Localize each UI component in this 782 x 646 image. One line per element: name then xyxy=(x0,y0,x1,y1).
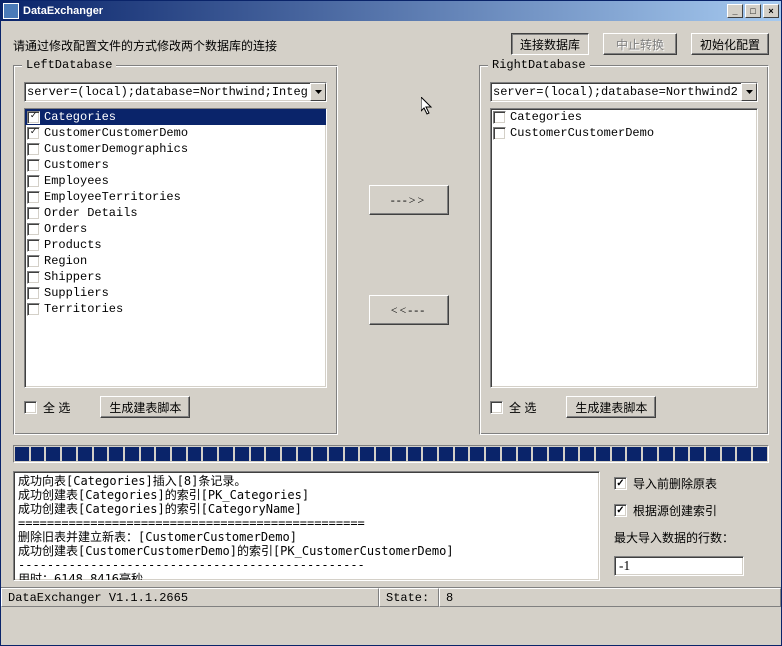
right-db-conn-combo[interactable] xyxy=(490,82,758,102)
app-window: DataExchanger _ □ × 请通过修改配置文件的方式修改两个数据库的… xyxy=(0,0,782,646)
dropdown-icon[interactable] xyxy=(741,83,757,101)
abort-button[interactable]: 中止转换 xyxy=(603,33,677,55)
checkbox-icon[interactable] xyxy=(614,477,627,490)
checkbox-icon[interactable] xyxy=(27,127,40,140)
left-gen-script-button[interactable]: 生成建表脚本 xyxy=(100,396,190,418)
maximize-button[interactable]: □ xyxy=(745,4,761,18)
minimize-button[interactable]: _ xyxy=(727,4,743,18)
list-item[interactable]: Orders xyxy=(25,221,326,237)
left-select-all[interactable]: 全 选 xyxy=(24,399,70,416)
list-item-label: Employees xyxy=(44,174,109,188)
checkbox-icon[interactable] xyxy=(27,191,40,204)
checkbox-icon[interactable] xyxy=(27,303,40,316)
checkbox-icon[interactable] xyxy=(27,255,40,268)
list-item-label: CustomerCustomerDemo xyxy=(44,126,188,140)
dropdown-icon[interactable] xyxy=(310,83,326,101)
left-db-group: LeftDatabase CategoriesCustomerCustomerD… xyxy=(13,65,338,435)
status-bar: DataExchanger V1.1.1.2665 State: 8 xyxy=(1,587,781,607)
list-item[interactable]: CustomerCustomerDemo xyxy=(25,125,326,141)
list-item-label: Territories xyxy=(44,302,123,316)
left-db-conn-combo[interactable] xyxy=(24,82,327,102)
checkbox-icon[interactable] xyxy=(27,287,40,300)
right-db-conn-input[interactable] xyxy=(491,83,741,101)
left-db-conn-input[interactable] xyxy=(25,83,310,101)
list-item[interactable]: CustomerDemographics xyxy=(25,141,326,157)
right-db-legend: RightDatabase xyxy=(488,58,590,72)
right-db-table-list[interactable]: Categories CustomerCustomerDemo xyxy=(490,108,758,388)
checkbox-icon[interactable] xyxy=(490,401,503,414)
checkbox-icon[interactable] xyxy=(27,207,40,220)
status-state-value: 8 xyxy=(439,588,781,607)
checkbox-icon[interactable] xyxy=(27,239,40,252)
list-item[interactable]: Territories xyxy=(25,301,326,317)
list-item-label: Shippers xyxy=(44,270,102,284)
close-button[interactable]: × xyxy=(763,4,779,18)
list-item-label: CustomerDemographics xyxy=(44,142,188,156)
list-item-label: Order Details xyxy=(44,206,138,220)
list-item-label: EmployeeTerritories xyxy=(44,190,181,204)
checkbox-icon[interactable] xyxy=(27,143,40,156)
opt-drop-before[interactable]: 导入前删除原表 xyxy=(614,475,769,492)
status-version: DataExchanger V1.1.1.2665 xyxy=(1,588,379,607)
checkbox-icon[interactable] xyxy=(27,111,40,124)
checkbox-icon[interactable] xyxy=(27,175,40,188)
move-left-button[interactable]: <<--- xyxy=(369,295,449,325)
list-item-label: Suppliers xyxy=(44,286,109,300)
log-output[interactable]: 成功向表[Categories]插入[8]条记录。 成功创建表[Categori… xyxy=(13,471,600,581)
init-config-button[interactable]: 初始化配置 xyxy=(691,33,769,55)
list-item[interactable]: EmployeeTerritories xyxy=(25,189,326,205)
right-select-all[interactable]: 全 选 xyxy=(490,399,536,416)
left-db-legend: LeftDatabase xyxy=(22,58,116,72)
checkbox-icon[interactable] xyxy=(27,159,40,172)
list-item[interactable]: Customers xyxy=(25,157,326,173)
checkbox-icon[interactable] xyxy=(24,401,37,414)
app-icon xyxy=(3,3,19,19)
list-item-label: Products xyxy=(44,238,102,252)
max-rows-input[interactable] xyxy=(614,556,744,576)
list-item-label: CustomerCustomerDemo xyxy=(510,126,654,140)
list-item[interactable]: Suppliers xyxy=(25,285,326,301)
right-gen-script-button[interactable]: 生成建表脚本 xyxy=(566,396,656,418)
move-right-button[interactable]: --->> xyxy=(369,185,449,215)
list-item[interactable]: Shippers xyxy=(25,269,326,285)
list-item[interactable]: Order Details xyxy=(25,205,326,221)
list-item-label: Customers xyxy=(44,158,109,172)
status-state-label: State: xyxy=(379,588,439,607)
list-item[interactable]: Employees xyxy=(25,173,326,189)
list-item[interactable]: Region xyxy=(25,253,326,269)
checkbox-icon[interactable] xyxy=(614,504,627,517)
list-item[interactable]: CustomerCustomerDemo xyxy=(491,125,757,141)
checkbox-icon[interactable] xyxy=(493,111,506,124)
list-item[interactable]: Products xyxy=(25,237,326,253)
titlebar: DataExchanger _ □ × xyxy=(1,1,781,21)
max-rows-label: 最大导入数据的行数： xyxy=(614,529,769,546)
progress-bar xyxy=(13,445,769,463)
list-item[interactable]: Categories xyxy=(491,109,757,125)
list-item-label: Region xyxy=(44,254,87,268)
list-item-label: Orders xyxy=(44,222,87,236)
checkbox-icon[interactable] xyxy=(493,127,506,140)
right-db-group: RightDatabase CategoriesCustomerCustomer… xyxy=(479,65,769,435)
left-db-table-list[interactable]: Categories CustomerCustomerDemo CustomerDe… xyxy=(24,108,327,388)
list-item-label: Categories xyxy=(510,110,582,124)
list-item-label: Categories xyxy=(44,110,116,124)
list-item[interactable]: Categories xyxy=(25,109,326,125)
instruction-label: 请通过修改配置文件的方式修改两个数据库的连接 xyxy=(13,33,511,54)
opt-create-index[interactable]: 根据源创建索引 xyxy=(614,502,769,519)
checkbox-icon[interactable] xyxy=(27,271,40,284)
connect-db-button[interactable]: 连接数据库 xyxy=(511,33,589,55)
window-title: DataExchanger xyxy=(23,5,727,17)
checkbox-icon[interactable] xyxy=(27,223,40,236)
